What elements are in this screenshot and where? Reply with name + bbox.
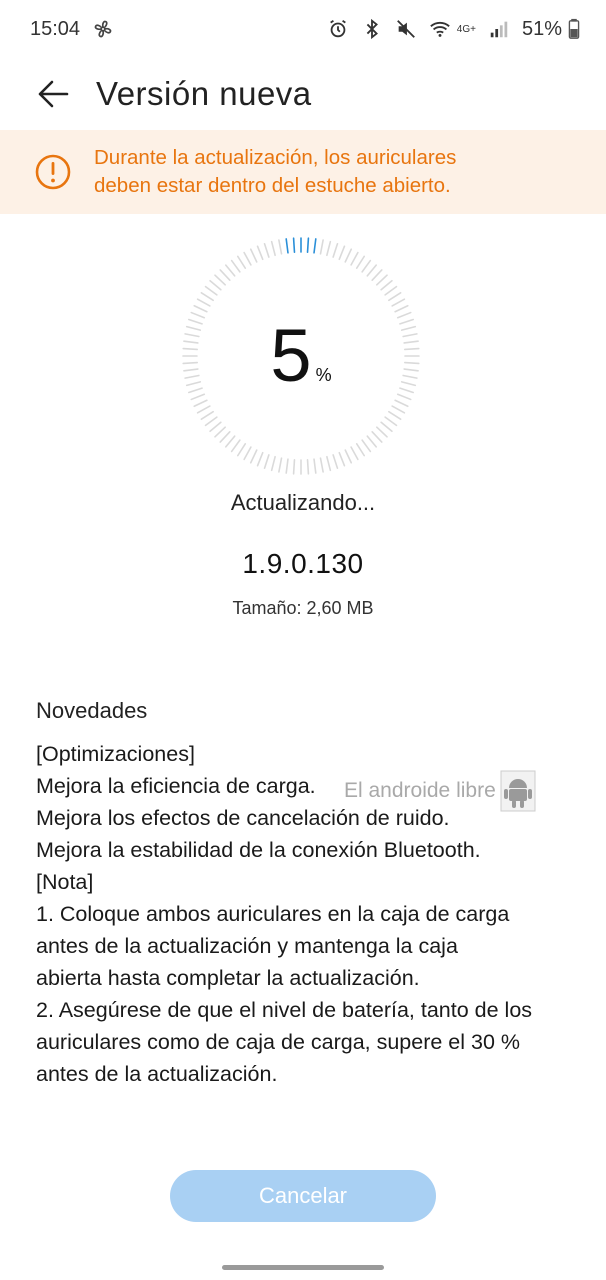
notes-line: 2. Asegúrese de que el nivel de batería,…	[36, 998, 533, 1022]
progress-ring: 5 %	[181, 236, 421, 476]
mute-icon	[395, 18, 417, 40]
page-title: Versión nueva	[96, 75, 312, 112]
alarm-icon	[327, 18, 349, 40]
warning-banner: Durante la actualización, los auriculare…	[0, 130, 606, 214]
screen: 15:04 4G+ 51% Versión nueva Durante la a…	[0, 0, 606, 1280]
status-bar: 15:04 4G+ 51%	[0, 0, 606, 58]
watermark-text: El androide libre	[344, 779, 496, 802]
update-size: Tamaño: 2,60 MB	[232, 598, 374, 618]
wifi-icon	[429, 18, 451, 40]
cancel-button[interactable]: Cancelar	[170, 1170, 436, 1222]
notes-line: antes de la actualización y mantenga la …	[36, 934, 458, 958]
status-right: 4G+ 51%	[327, 18, 580, 41]
notes-line: auriculares como de caja de carga, super…	[36, 1030, 521, 1054]
fan-icon	[92, 18, 114, 40]
notes-heading: Novedades	[36, 698, 148, 723]
progress-value: 5 %	[181, 236, 421, 476]
battery-percent: 51%	[521, 17, 562, 40]
notes-line: antes de la actualización.	[36, 1062, 278, 1086]
status-left: 15:04	[30, 18, 114, 41]
nav-handle[interactable]	[222, 1265, 384, 1270]
back-arrow-icon	[38, 80, 69, 108]
notes-line: abierta hasta completar la actualización…	[36, 966, 420, 990]
network-type-label: 4G+	[456, 23, 476, 35]
app-header: Versión nueva	[0, 58, 606, 130]
status-time: 15:04	[30, 17, 81, 40]
notes-line: [Optimizaciones]	[36, 742, 195, 766]
battery-icon	[568, 18, 580, 40]
progress-number: 5	[270, 314, 312, 397]
warning-text: Durante la actualización, los auriculare…	[94, 146, 457, 197]
notes-line: [Nota]	[36, 870, 94, 894]
bluetooth-icon	[361, 18, 383, 40]
progress-unit: %	[315, 364, 332, 385]
update-version: 1.9.0.130	[242, 548, 364, 579]
android-logo-icon	[500, 770, 536, 812]
back-button[interactable]	[28, 69, 78, 119]
update-status: Actualizando...	[230, 490, 376, 515]
warning-icon	[35, 154, 71, 190]
notes-line: Mejora la estabilidad de la conexión Blu…	[36, 838, 481, 862]
notes-line: 1. Coloque ambos auriculares en la caja …	[36, 902, 510, 926]
signal-icon	[488, 18, 510, 40]
watermark: El androide libre	[344, 770, 536, 812]
